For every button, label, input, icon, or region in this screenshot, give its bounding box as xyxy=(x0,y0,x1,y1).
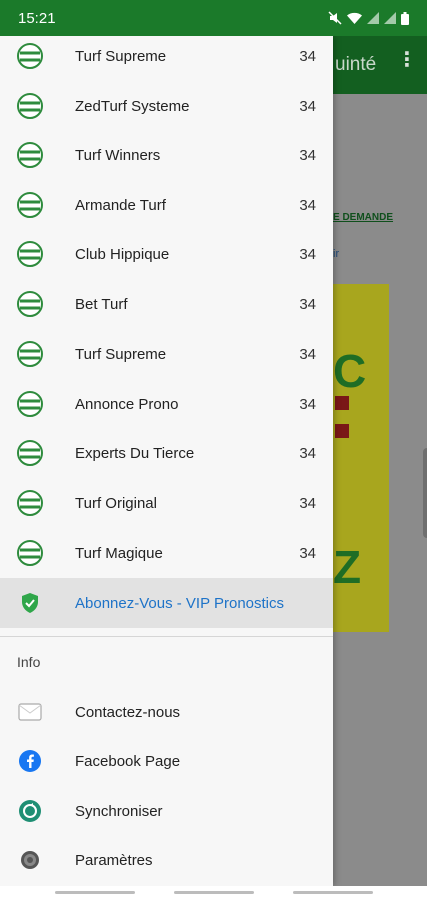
section-header-info: Info xyxy=(17,654,41,670)
turf-logo-icon xyxy=(17,490,43,516)
drawer-item-label: Turf Supreme xyxy=(75,345,167,363)
drawer-item-experts-du-tierce[interactable]: Experts Du Tierce 34 xyxy=(0,428,333,478)
divider xyxy=(0,636,333,637)
turf-logo-icon xyxy=(17,93,43,119)
drawer-item-label: Club Hippique xyxy=(75,245,170,263)
drawer-item-label: Abonnez-Vous - VIP Pronostics xyxy=(75,594,285,612)
drawer-item-annonce-prono[interactable]: Annonce Prono 34 xyxy=(0,379,333,429)
turf-logo-icon xyxy=(17,540,43,566)
drawer-item-label: Paramètres xyxy=(75,851,153,869)
drawer-item-bet-turf[interactable]: Bet Turf 34 xyxy=(0,279,333,329)
background-link-2: ir xyxy=(333,248,340,260)
drawer-item-count: 34 xyxy=(299,345,316,363)
drawer-item-label: Turf Supreme xyxy=(75,47,167,65)
navigation-drawer: Turf Supreme 34 ZedTurf Systeme 34 Turf … xyxy=(0,36,333,886)
battery-icon xyxy=(401,11,409,25)
drawer-item-count: 34 xyxy=(299,544,316,562)
drawer-item-label: Synchroniser xyxy=(75,802,163,820)
drawer-item-vip-subscribe[interactable]: Abonnez-Vous - VIP Pronostics xyxy=(0,578,333,628)
settings-icon xyxy=(17,847,43,873)
turf-logo-icon xyxy=(17,291,43,317)
turf-logo-icon xyxy=(17,192,43,218)
drawer-item-label: Facebook Page xyxy=(75,752,181,770)
mail-icon xyxy=(17,699,43,725)
drawer-item-label: Turf Magique xyxy=(75,544,163,562)
drawer-item-club-hippique[interactable]: Club Hippique 34 xyxy=(0,229,333,279)
drawer-item-label: Experts Du Tierce xyxy=(75,444,195,462)
drawer-item-label: Annonce Prono xyxy=(75,395,179,413)
drawer-item-sync[interactable]: Synchroniser xyxy=(0,786,333,836)
turf-logo-icon xyxy=(17,391,43,417)
drawer-item-turf-supreme-2[interactable]: Turf Supreme 34 xyxy=(0,329,333,379)
mute-icon xyxy=(328,11,342,25)
facebook-icon xyxy=(17,748,43,774)
drawer-item-count: 34 xyxy=(299,295,316,313)
status-time: 15:21 xyxy=(18,9,56,27)
shield-check-icon xyxy=(17,590,43,616)
drawer-item-label: Turf Original xyxy=(75,494,157,512)
status-bar: 15:21 xyxy=(0,0,427,36)
turf-logo-icon xyxy=(17,440,43,466)
drawer-item-label: ZedTurf Systeme xyxy=(75,97,190,115)
wifi-icon xyxy=(347,12,362,24)
nav-recents-button[interactable] xyxy=(55,891,135,894)
drawer-item-turf-supreme[interactable]: Turf Supreme 34 xyxy=(0,36,333,81)
drawer-item-armande-turf[interactable]: Armande Turf 34 xyxy=(0,180,333,230)
turf-logo-icon xyxy=(17,341,43,367)
background-link: E DEMANDE xyxy=(333,212,394,223)
turf-logo-icon xyxy=(17,142,43,168)
drawer-item-turf-winners[interactable]: Turf Winners 34 xyxy=(0,130,333,180)
turf-logo-icon xyxy=(17,43,43,69)
drawer-item-label: Turf Winners xyxy=(75,146,161,164)
drawer-item-settings[interactable]: Paramètres xyxy=(0,835,333,885)
drawer-item-label: Armande Turf xyxy=(75,196,166,214)
drawer-item-count: 34 xyxy=(299,196,316,214)
sync-icon xyxy=(17,798,43,824)
drawer-item-count: 34 xyxy=(299,444,316,462)
drawer-item-count: 34 xyxy=(299,395,316,413)
drawer-item-count: 34 xyxy=(299,245,316,263)
drawer-item-count: 34 xyxy=(299,97,316,115)
drawer-item-facebook[interactable]: Facebook Page xyxy=(0,736,333,786)
signal-icon xyxy=(367,12,379,24)
drawer-item-turf-magique[interactable]: Turf Magique 34 xyxy=(0,528,333,578)
app-title: uinté xyxy=(335,54,377,75)
drawer-item-label: Bet Turf xyxy=(75,295,128,313)
overflow-menu-icon[interactable]: ⋮ xyxy=(397,50,417,70)
drawer-item-count: 34 xyxy=(299,494,316,512)
drawer-item-count: 34 xyxy=(299,47,316,65)
drawer-item-label: Contactez-nous xyxy=(75,703,181,721)
scroll-handle xyxy=(423,448,427,538)
drawer-item-turf-original[interactable]: Turf Original 34 xyxy=(0,478,333,528)
nav-home-button[interactable] xyxy=(174,891,254,894)
background-banner: C Z xyxy=(333,284,389,632)
drawer-item-count: 34 xyxy=(299,146,316,164)
turf-logo-icon xyxy=(17,241,43,267)
system-nav-bar xyxy=(0,886,427,900)
signal-icon-2 xyxy=(384,12,396,24)
nav-back-button[interactable] xyxy=(293,891,373,894)
status-icons xyxy=(328,11,409,25)
drawer-item-contact[interactable]: Contactez-nous xyxy=(0,687,333,737)
drawer-item-zedturf-systeme[interactable]: ZedTurf Systeme 34 xyxy=(0,81,333,131)
